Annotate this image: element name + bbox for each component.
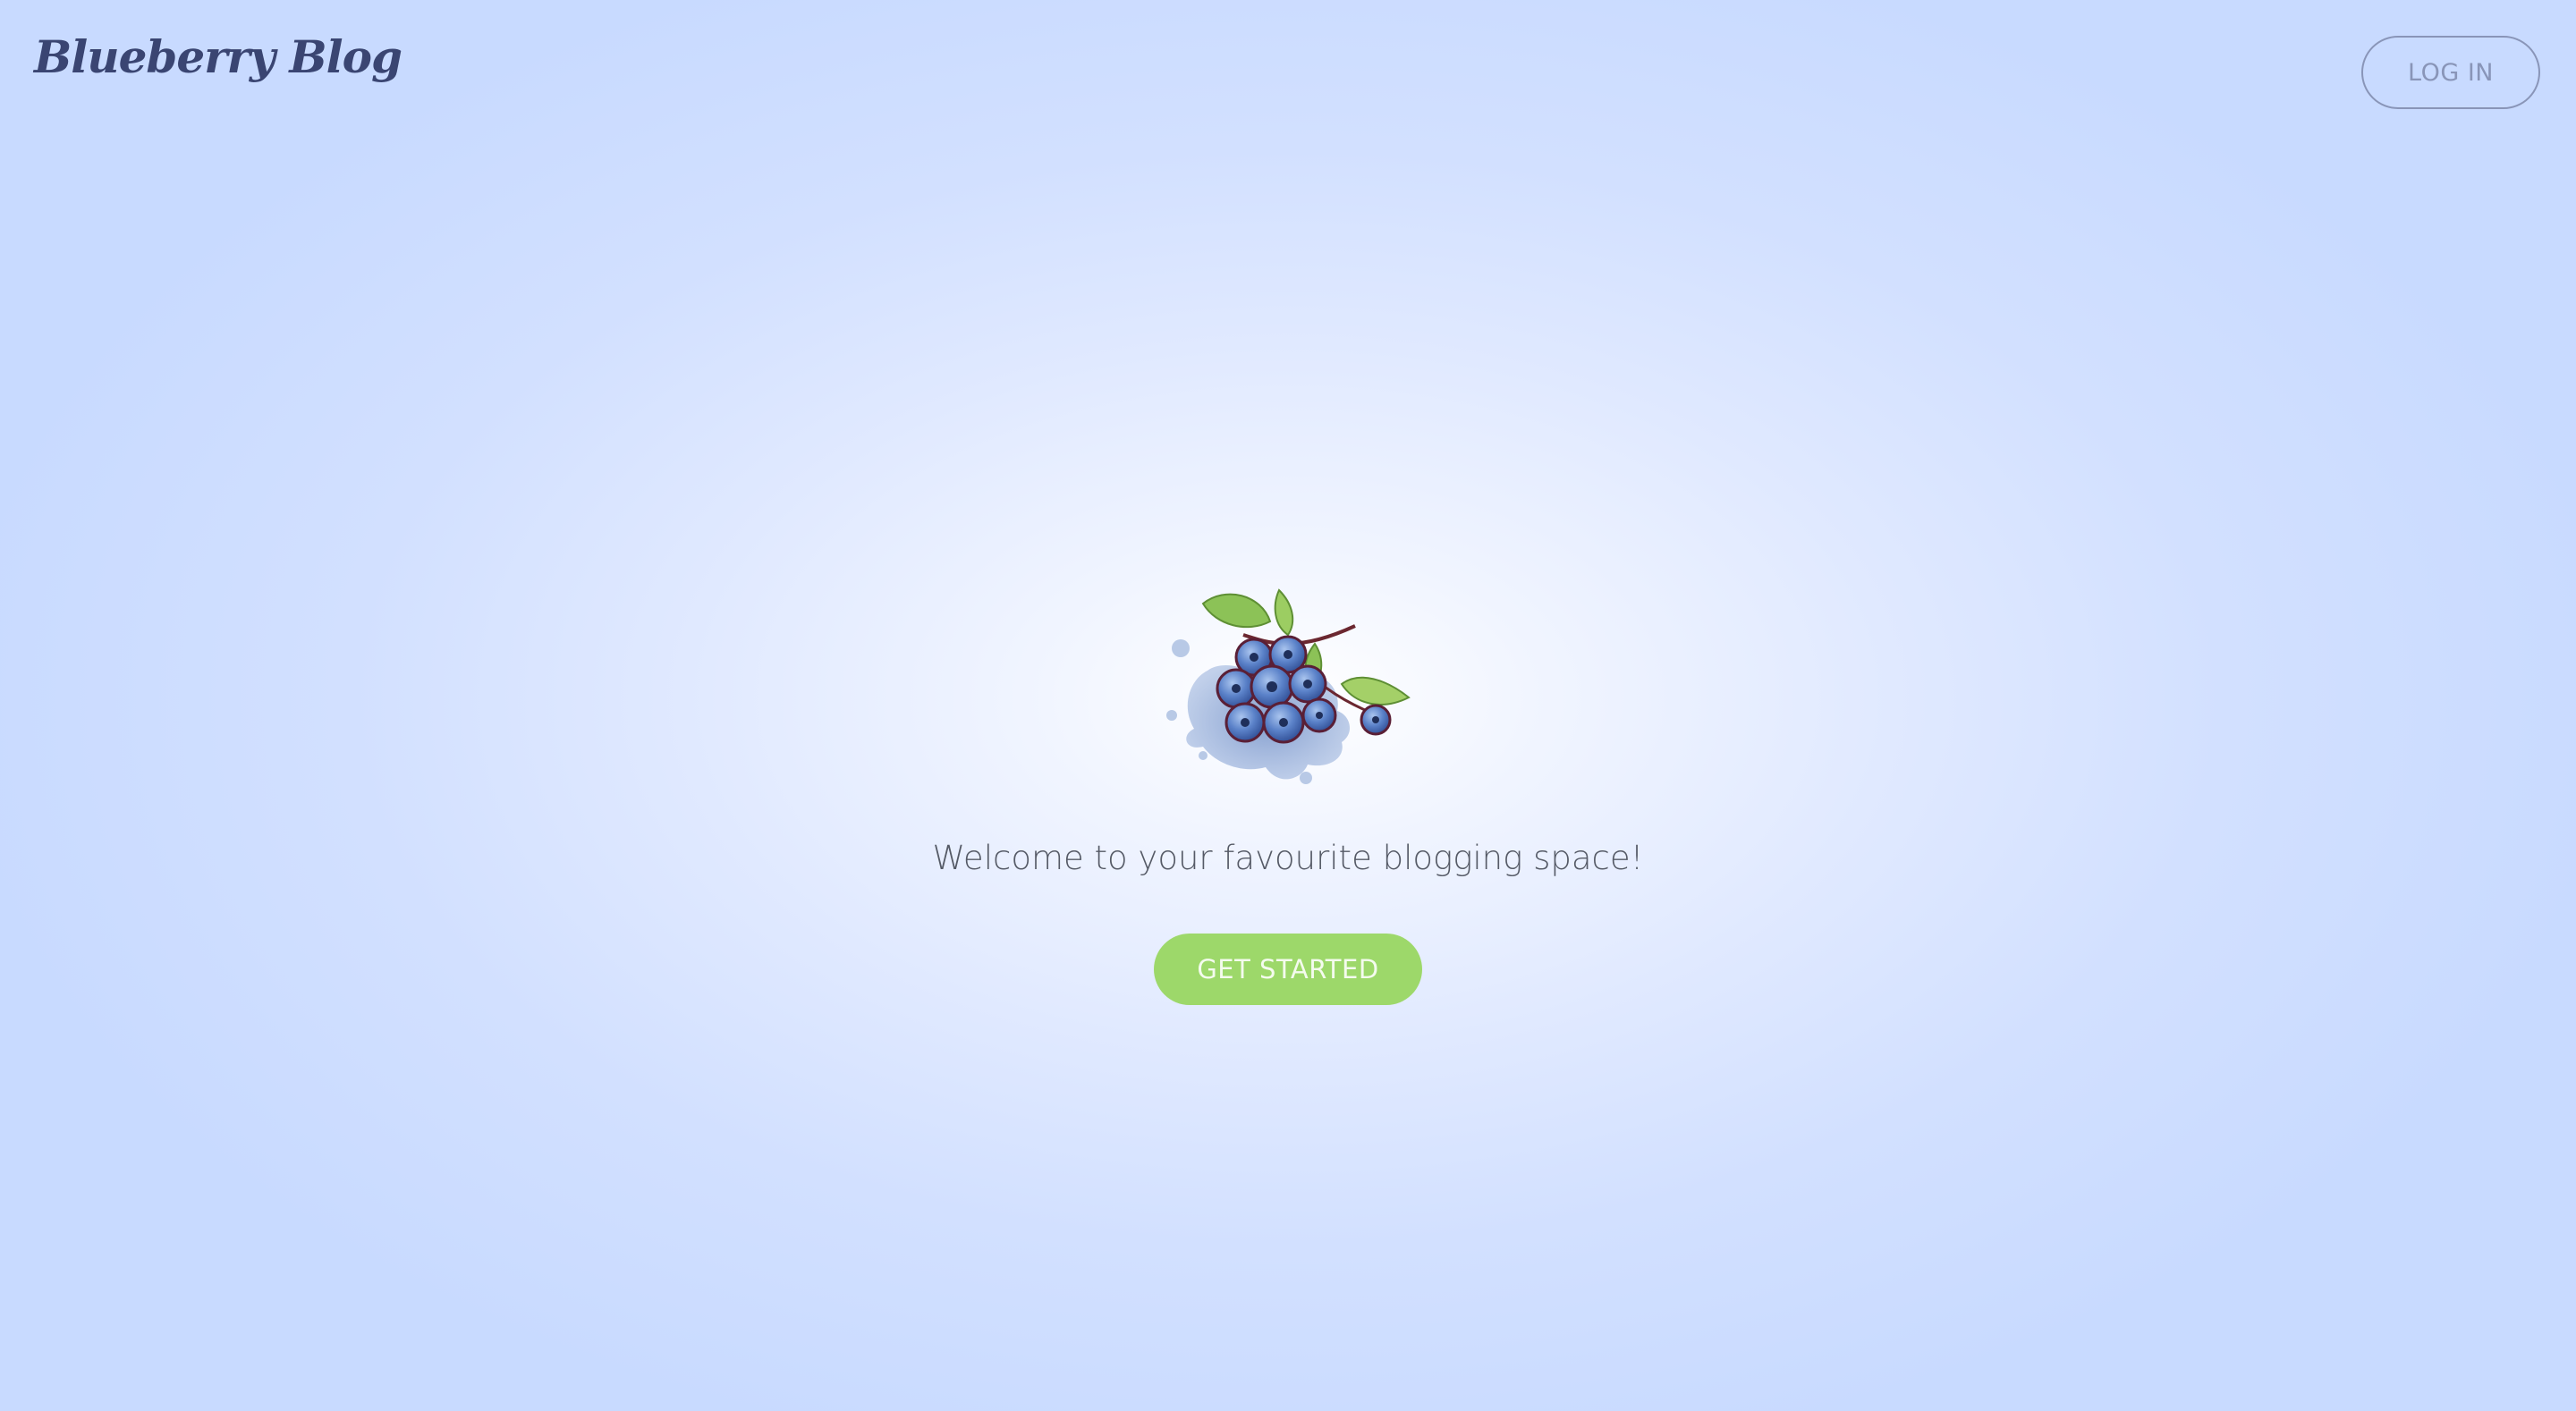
page-header: Blueberry Blog LOG IN <box>0 0 2576 143</box>
brand-logo[interactable]: Blueberry Blog <box>34 21 402 93</box>
get-started-button[interactable]: GET STARTED <box>1154 934 1422 1005</box>
welcome-text: Welcome to your favourite blogging space… <box>932 839 1644 877</box>
login-button[interactable]: LOG IN <box>2361 36 2540 109</box>
blueberry-cluster-icon <box>1154 581 1422 796</box>
